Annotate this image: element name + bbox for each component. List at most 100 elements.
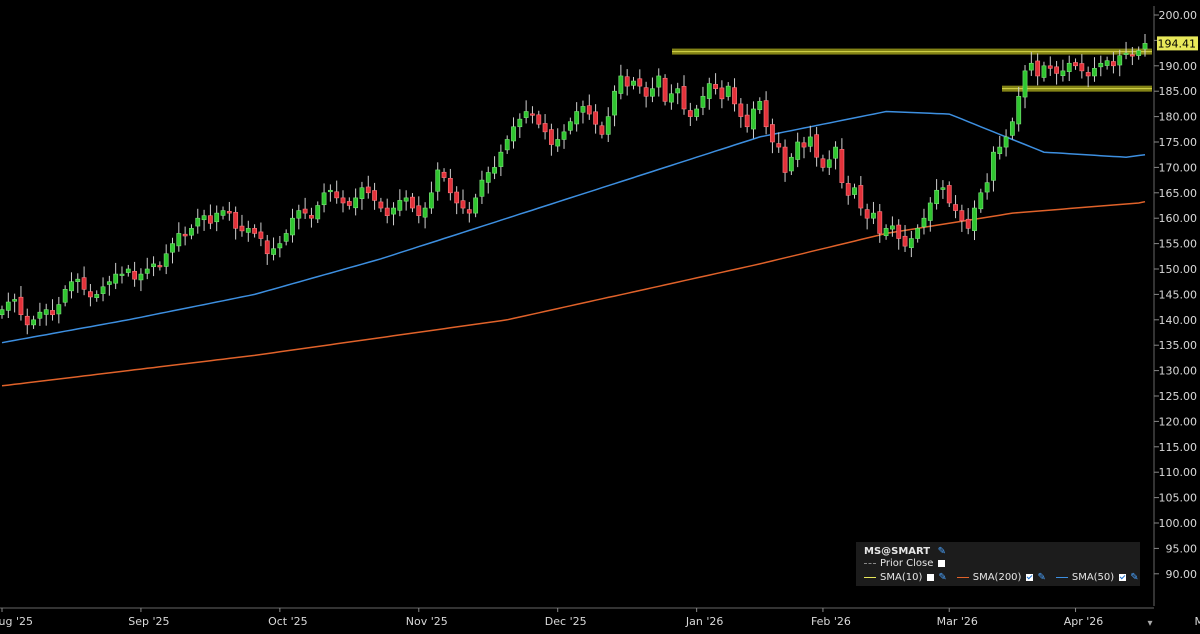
candle-body-up xyxy=(31,319,36,326)
sma200-edit-icon[interactable]: ✎ xyxy=(1037,572,1045,583)
candle-body-down xyxy=(454,191,460,204)
candle-body-down xyxy=(81,277,87,290)
candle-body-up xyxy=(403,197,409,202)
candle-body-down xyxy=(1129,54,1135,57)
price-tick-label: 100.00 xyxy=(1159,517,1198,530)
candle-body-up xyxy=(833,146,838,159)
candle-body-down xyxy=(416,205,422,216)
sma50-edit-icon[interactable]: ✎ xyxy=(1130,572,1138,583)
candle xyxy=(151,256,156,277)
candle xyxy=(309,207,314,228)
candle-body-down xyxy=(372,190,377,201)
candle xyxy=(548,123,554,156)
candle-body-up xyxy=(119,273,125,276)
legend-item-sma50[interactable]: SMA(50) ✎ xyxy=(1055,572,1139,583)
candle xyxy=(706,77,712,110)
candle-body-down xyxy=(447,178,453,194)
candle xyxy=(934,179,940,210)
last-price-label: 194.41 xyxy=(1158,37,1197,50)
candle-body-down xyxy=(536,114,542,125)
candle xyxy=(176,222,182,252)
candle xyxy=(681,75,687,115)
legend-item-prior-close[interactable]: Prior Close xyxy=(864,558,946,569)
candle xyxy=(346,197,352,210)
candle-body-up xyxy=(189,228,194,236)
candle-body-up xyxy=(170,243,175,253)
time-tick-label: Mar '26 xyxy=(937,615,978,628)
candle-body-up xyxy=(908,238,914,248)
candle-body-down xyxy=(586,105,592,115)
candle xyxy=(605,107,611,142)
candle-body-up xyxy=(245,228,251,233)
candle-body-down xyxy=(782,146,788,173)
price-tick-label: 90.00 xyxy=(1166,568,1198,581)
price-tick-label: 185.00 xyxy=(1159,85,1198,98)
candle xyxy=(738,98,744,128)
candle xyxy=(902,225,908,252)
candle xyxy=(997,135,1003,160)
candle-body-down xyxy=(593,111,599,125)
sma50-checkbox[interactable] xyxy=(1119,574,1127,581)
candle-body-up xyxy=(1060,70,1066,77)
candle-body-up xyxy=(69,281,74,292)
candle-body-up xyxy=(138,273,144,281)
price-tick-label: 140.00 xyxy=(1159,314,1198,327)
candle-body-down xyxy=(687,110,693,117)
candle xyxy=(580,100,586,124)
candle-body-down xyxy=(466,209,472,214)
candle-body-up xyxy=(479,179,485,197)
candle xyxy=(277,235,283,258)
candle-body-up xyxy=(517,118,523,128)
legend-symbol: MS@SMART ✎ xyxy=(864,546,946,557)
candle-body-up xyxy=(359,187,365,199)
legend-item-sma10[interactable]: SMA(10) ✎ xyxy=(864,572,947,583)
sma10-checkbox[interactable] xyxy=(927,574,935,581)
candle-body-down xyxy=(1085,72,1091,77)
edit-icon[interactable]: ✎ xyxy=(938,546,946,557)
candle xyxy=(915,224,921,243)
price-chart[interactable]: Aug '25 Sep '25 Oct '25 Nov '25 Dec '25 Jan '… xyxy=(0,0,1200,634)
candle xyxy=(258,222,264,247)
candle xyxy=(170,237,175,264)
candle-body-up xyxy=(567,121,573,131)
candle xyxy=(788,153,794,176)
candle xyxy=(877,203,883,243)
candle-body-down xyxy=(637,78,643,87)
candle xyxy=(454,186,460,215)
candle xyxy=(972,200,977,241)
candle xyxy=(801,136,807,159)
candle xyxy=(226,201,232,221)
candle xyxy=(1035,53,1041,86)
time-tick-label: Feb '26 xyxy=(811,615,851,628)
candle xyxy=(144,257,150,280)
candle xyxy=(296,204,302,230)
candle xyxy=(283,229,289,246)
prior-close-checkbox[interactable] xyxy=(938,560,946,567)
sma10-edit-icon[interactable]: ✎ xyxy=(938,572,946,583)
price-tick-label: 175.00 xyxy=(1159,136,1198,149)
candle xyxy=(403,190,409,211)
candle-body-down xyxy=(226,211,232,214)
candle-body-up xyxy=(485,172,491,183)
candle xyxy=(94,290,100,302)
candle xyxy=(719,80,725,109)
candle xyxy=(713,73,718,95)
legend-item-sma200[interactable]: SMA(200) ✎ xyxy=(956,572,1046,583)
candle-body-down xyxy=(334,191,340,199)
candle-body-up xyxy=(1003,136,1009,148)
candle xyxy=(890,216,895,237)
candle-body-down xyxy=(1073,62,1078,67)
candle-body-up xyxy=(290,217,295,236)
candle xyxy=(239,214,245,237)
candle-body-up xyxy=(0,309,5,316)
candle xyxy=(1066,55,1072,82)
candle xyxy=(883,224,889,240)
candle xyxy=(820,154,826,172)
candle xyxy=(447,168,453,201)
candle-body-up xyxy=(12,299,18,302)
candle-body-up xyxy=(271,248,276,255)
price-tick-label: 95.00 xyxy=(1166,542,1198,555)
candle-body-down xyxy=(182,233,188,237)
candle-body-up xyxy=(100,286,106,294)
sma200-checkbox[interactable] xyxy=(1026,574,1034,581)
